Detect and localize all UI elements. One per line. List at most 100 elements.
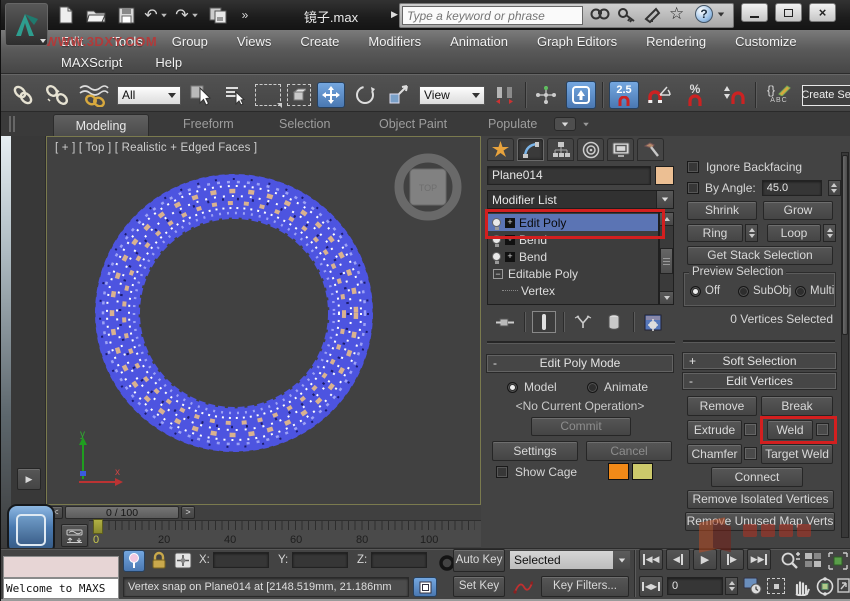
vertex-snap-toggle-button[interactable] — [123, 550, 145, 572]
get-stack-selection-button[interactable]: Get Stack Selection — [687, 246, 833, 265]
help-icon[interactable]: ? — [695, 5, 713, 23]
object-color-swatch[interactable] — [655, 166, 674, 185]
trackbar-right-button[interactable]: > — [181, 506, 195, 519]
menu-animation[interactable]: Animation — [450, 34, 508, 49]
menu-help[interactable]: Help — [155, 55, 182, 70]
configure-modifier-sets-icon[interactable] — [641, 311, 665, 333]
by-angle-field[interactable]: 45.0 — [762, 180, 822, 196]
open-mini-trackview-icon[interactable] — [61, 524, 88, 547]
cage-color-swatch-orange[interactable] — [608, 463, 629, 480]
stack-item-bend-2[interactable]: + Bend — [488, 248, 658, 265]
radio-model[interactable]: Model — [507, 380, 557, 394]
infocenter-arrow-icon[interactable]: ▶ — [391, 9, 398, 20]
y-coord-field[interactable] — [292, 552, 348, 568]
menu-maxscript[interactable]: MAXScript — [61, 55, 122, 70]
menu-rendering[interactable]: Rendering — [646, 34, 706, 49]
rollout-expand-icon[interactable]: + — [689, 354, 696, 368]
hierarchy-tab-icon[interactable] — [547, 138, 574, 161]
set-key-button[interactable]: Set Key — [453, 576, 505, 597]
ring-button[interactable]: Ring — [687, 224, 743, 242]
shrink-button[interactable]: Shrink — [687, 201, 757, 220]
ignore-backfacing-checkbox[interactable] — [687, 161, 699, 173]
extrude-settings-button[interactable] — [744, 423, 757, 436]
communication-center-icon[interactable] — [643, 6, 663, 29]
orbit-icon[interactable] — [815, 577, 835, 601]
chamfer-button[interactable]: Chamfer — [687, 444, 742, 464]
collapse-minus-icon[interactable]: − — [493, 269, 503, 279]
time-slider-frame-marker[interactable] — [93, 519, 103, 534]
percent-snap-icon[interactable]: % — [679, 82, 711, 108]
grow-button[interactable]: Grow — [763, 201, 833, 220]
loop-spinner[interactable] — [823, 224, 836, 242]
chamfer-settings-button[interactable] — [744, 447, 757, 460]
grid-toggle-button[interactable] — [413, 577, 437, 597]
app-logo-button[interactable] — [5, 3, 48, 46]
undo-dropdown-icon[interactable] — [161, 13, 167, 17]
bind-to-space-warp-icon[interactable] — [77, 82, 111, 108]
use-center-icon[interactable] — [532, 82, 560, 108]
rectangular-selection-region-icon[interactable] — [255, 84, 281, 106]
stack-item-bend-1[interactable]: + Bend — [488, 231, 658, 248]
toolbar-overflow-icon[interactable]: » — [237, 5, 253, 25]
modifier-list-dropdown[interactable]: Modifier List — [487, 190, 674, 209]
play-button[interactable]: ▶ — [693, 549, 717, 570]
ring-spinner[interactable] — [745, 224, 758, 242]
loop-button[interactable]: Loop — [767, 224, 821, 242]
open-file-icon[interactable] — [84, 5, 108, 25]
modify-tab-icon[interactable] — [517, 138, 544, 161]
stack-item-vertex[interactable]: Vertex — [488, 282, 658, 299]
modifier-onoff-bulb-icon[interactable] — [492, 252, 501, 261]
new-key-curve-icon[interactable] — [511, 577, 535, 597]
reference-coordinate-dropdown[interactable]: View — [419, 86, 485, 105]
tab-selection[interactable]: Selection — [279, 117, 330, 131]
modifier-onoff-bulb-icon[interactable] — [492, 218, 501, 227]
connect-button[interactable]: Connect — [711, 467, 803, 487]
search-icon[interactable] — [589, 6, 611, 29]
z-coord-field[interactable] — [371, 552, 427, 568]
zoom-extents-selected-icon[interactable] — [827, 551, 849, 576]
spinner-snap-icon[interactable] — [717, 82, 749, 108]
cage-color-swatch-yellow[interactable] — [632, 463, 653, 480]
pan-hand-icon[interactable] — [791, 577, 811, 601]
x-coord-field[interactable] — [213, 552, 269, 568]
menu-customize[interactable]: Customize — [735, 34, 796, 49]
save-file-icon[interactable] — [115, 5, 137, 25]
expand-plus-icon[interactable]: + — [505, 252, 515, 262]
keyboard-shortcut-override-button[interactable] — [566, 81, 596, 109]
modifier-onoff-bulb-icon[interactable] — [492, 235, 501, 244]
selected-dropdown-arrow[interactable] — [613, 551, 630, 569]
rollout-collapse-icon[interactable]: - — [493, 356, 497, 371]
angle-snap-icon[interactable] — [645, 82, 673, 108]
scroll-down-icon[interactable] — [664, 296, 670, 300]
maximize-viewport-toggle-icon[interactable] — [837, 578, 850, 594]
by-angle-spinner[interactable] — [828, 180, 841, 196]
ribbon-handle[interactable] — [9, 116, 15, 132]
modifier-list-arrow-button[interactable] — [656, 191, 673, 208]
radio-animate-dot[interactable] — [587, 382, 598, 393]
key-filters-button[interactable]: Key Filters... — [541, 576, 629, 597]
weld-button[interactable]: Weld — [767, 420, 813, 440]
motion-tab-icon[interactable] — [577, 138, 604, 161]
panel-expand-button[interactable]: ▶ — [17, 468, 41, 490]
edit-named-selections-icon[interactable]: {}ABC — [762, 82, 796, 108]
time-ruler[interactable]: 0 20 40 60 80 100 — [89, 520, 481, 547]
display-tab-icon[interactable] — [607, 138, 634, 161]
menu-create[interactable]: Create — [300, 34, 339, 49]
radio-animate[interactable]: Animate — [587, 380, 648, 394]
remove-unused-map-verts-button[interactable]: Remove Unused Map Verts — [685, 512, 835, 531]
expand-plus-icon[interactable]: + — [505, 235, 515, 245]
remove-modifier-icon[interactable] — [602, 311, 626, 333]
ribbon-minimize-icon[interactable] — [554, 117, 576, 131]
trackbar-range-slider[interactable]: 0 / 100 — [65, 506, 179, 519]
select-by-name-icon[interactable] — [221, 82, 249, 108]
selection-filter-dropdown[interactable]: All — [117, 86, 181, 105]
target-weld-button[interactable]: Target Weld — [761, 444, 833, 464]
remove-button[interactable]: Remove — [687, 396, 757, 416]
preview-off-radio[interactable] — [690, 286, 701, 297]
stack-scrollbar[interactable] — [659, 212, 674, 305]
viewport-top[interactable]: [ + ] [ Top ] [ Realistic + Edged Faces … — [46, 136, 481, 505]
tab-freeform[interactable]: Freeform — [183, 117, 234, 131]
make-unique-icon[interactable] — [571, 311, 595, 333]
weld-settings-button[interactable] — [816, 423, 829, 436]
favorites-star-icon[interactable]: ☆ — [669, 4, 684, 24]
